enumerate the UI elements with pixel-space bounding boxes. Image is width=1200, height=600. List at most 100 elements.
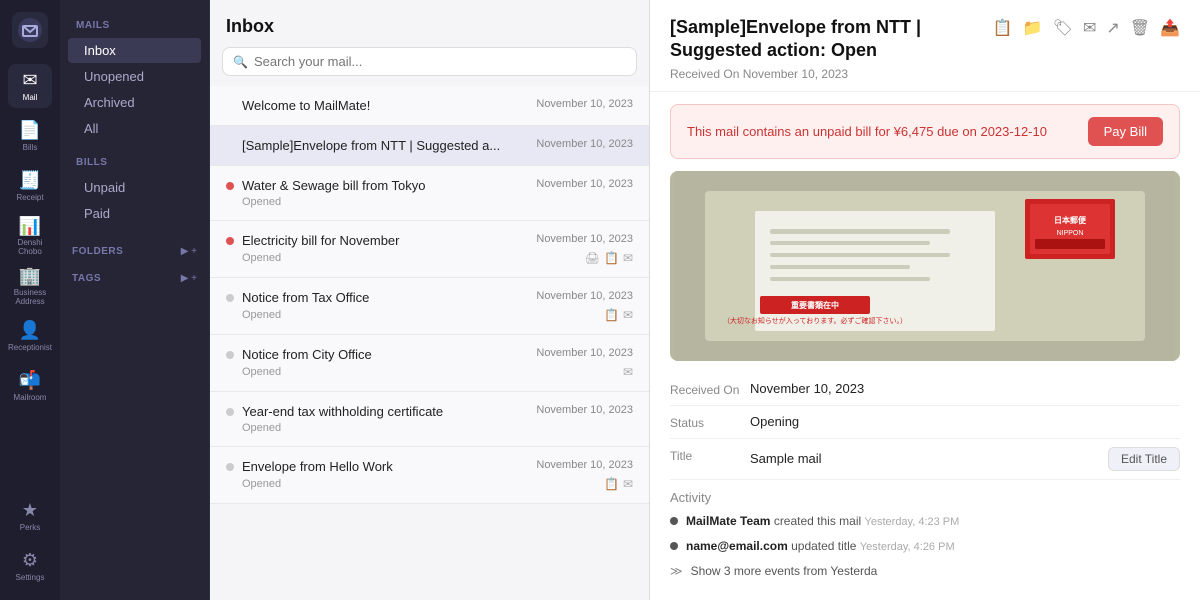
folders-section: FOLDERS ▶ + (60, 238, 209, 261)
mail-item-electricity[interactable]: Electricity bill for November November 1… (210, 221, 649, 278)
title-row: Sample mail Edit Title (750, 447, 1180, 471)
receptionist-icon: 👤 (19, 320, 41, 341)
dot-indicator (226, 142, 234, 150)
sidebar-item-settings[interactable]: ⚙ Settings (8, 544, 52, 588)
mail-item-city[interactable]: Notice from City Office November 10, 202… (210, 335, 649, 392)
dot-indicator (226, 102, 234, 110)
bill-banner-text: This mail contains an unpaid bill for ¥6… (687, 124, 1047, 139)
mail-subject: Year-end tax withholding certificate (242, 404, 528, 419)
print-icon[interactable]: 🖨 (585, 251, 600, 265)
mail-status: Opened (242, 252, 281, 264)
nav-item-inbox[interactable]: Inbox (68, 38, 201, 63)
mail-item-yearend[interactable]: Year-end tax withholding certificate Nov… (210, 392, 649, 447)
mail-status: Opened (242, 422, 281, 434)
search-input[interactable] (254, 54, 626, 69)
dot-indicator (226, 351, 234, 359)
envelope-image: 日本郵便 NIPPON 重要書類在中 （大切なお知らせが入っております。必ずご確… (670, 171, 1180, 361)
tags-expand-icon[interactable]: ▶ + (181, 273, 197, 284)
mail-item-hellowork[interactable]: Envelope from Hello Work November 10, 20… (210, 447, 649, 504)
export-toolbar-icon[interactable]: 📤 (1160, 18, 1180, 38)
app-logo[interactable] (12, 12, 48, 48)
mail-date: November 10, 2023 (536, 233, 633, 245)
nav-item-unpaid[interactable]: Unpaid (68, 175, 201, 200)
bills-icon: 📄 (19, 120, 41, 141)
mail-subject: [Sample]Envelope from NTT | Suggested a.… (242, 138, 528, 153)
mail-item-welcome[interactable]: Welcome to MailMate! November 10, 2023 (210, 86, 649, 126)
meta-row-title: Title Sample mail Edit Title (670, 439, 1180, 480)
dot-indicator (226, 463, 234, 471)
title-value: Sample mail (750, 451, 822, 466)
mail-item-water[interactable]: Water & Sewage bill from Tokyo November … (210, 166, 649, 221)
status-value: Opening (750, 414, 799, 429)
expand-icon: ≫ (670, 564, 683, 578)
mail-icon-small[interactable]: ✉ (623, 477, 633, 491)
sidebar-item-bills[interactable]: 📄 Bills (8, 114, 52, 158)
forward-toolbar-icon[interactable]: ↗ (1106, 18, 1119, 38)
activity-item-updated: name@email.com updated title Yesterday, … (670, 538, 1180, 555)
copy-toolbar-icon[interactable]: 📋 (993, 18, 1013, 38)
nav-item-all[interactable]: All (68, 116, 201, 141)
copy-icon[interactable]: 📋 (604, 308, 619, 322)
mail-icon-small[interactable]: ✉ (623, 308, 633, 322)
sidebar-item-business[interactable]: 🏢 BusinessAddress (8, 264, 52, 308)
edit-title-button[interactable]: Edit Title (1108, 447, 1180, 471)
detail-title-area: [Sample]Envelope from NTT | Suggested ac… (670, 16, 993, 81)
copy-icon[interactable]: 📋 (604, 251, 619, 265)
mail-item-ntt[interactable]: [Sample]Envelope from NTT | Suggested a.… (210, 126, 649, 166)
mail-subject: Water & Sewage bill from Tokyo (242, 178, 528, 193)
trash-toolbar-icon[interactable]: 🗑 (1130, 18, 1150, 38)
sidebar: ✉ Mail 📄 Bills 🧾 Receipt 📊 DenshiChobo 🏢… (0, 0, 60, 600)
mail-icon-small[interactable]: ✉ (623, 365, 633, 379)
detail-toolbar: 📋 📁 🏷 ✉ ↗ 🗑 📤 (993, 16, 1180, 38)
bills-section-label: BILLS (60, 153, 209, 174)
activity-title: Activity (670, 490, 1180, 505)
show-more-row: ≫ Show 3 more events from Yesterda (670, 564, 1180, 578)
nav-item-archived[interactable]: Archived (68, 90, 201, 115)
svg-text:（大切なお知らせが入っております。必ずご確認下さい。）: （大切なお知らせが入っております。必ずご確認下さい。） (723, 316, 907, 325)
sidebar-item-receptionist[interactable]: 👤 Receptionist (8, 314, 52, 358)
mail-list-title: Inbox (210, 0, 649, 47)
search-icon: 🔍 (233, 55, 248, 69)
mail-toolbar-icon[interactable]: ✉ (1083, 18, 1096, 38)
tags-section: TAGS ▶ + (60, 265, 209, 288)
received-on-value: November 10, 2023 (750, 381, 864, 396)
tag-toolbar-icon[interactable]: 🏷 (1053, 18, 1073, 38)
sidebar-item-mail[interactable]: ✉ Mail (8, 64, 52, 108)
settings-icon: ⚙ (22, 550, 38, 571)
mail-date: November 10, 2023 (536, 404, 633, 416)
folders-expand-icon[interactable]: ▶ + (181, 246, 197, 257)
mail-status: Opened (242, 196, 281, 208)
nav-item-paid[interactable]: Paid (68, 201, 201, 226)
mail-subject: Electricity bill for November (242, 233, 528, 248)
bill-banner: This mail contains an unpaid bill for ¥6… (670, 104, 1180, 159)
mail-status: Opened (242, 478, 281, 490)
mail-list-panel: Inbox 🔍 Welcome to MailMate! November 10… (210, 0, 650, 600)
mail-icon: ✉ (22, 70, 37, 91)
meta-row-status: Status Opening (670, 406, 1180, 439)
bill-date: 2023-12-10 (980, 124, 1047, 139)
mail-icon-small[interactable]: ✉ (623, 251, 633, 265)
mail-status: Opened (242, 309, 281, 321)
mail-date: November 10, 2023 (536, 138, 633, 150)
detail-panel: [Sample]Envelope from NTT | Suggested ac… (650, 0, 1200, 600)
mail-status: Opened (242, 366, 281, 378)
sidebar-item-mailroom[interactable]: 📬 Mailroom (8, 364, 52, 408)
search-bar: 🔍 (222, 47, 637, 76)
activity-text-updated: name@email.com updated title Yesterday, … (686, 538, 955, 555)
svg-text:重要書類在中: 重要書類在中 (791, 300, 839, 310)
mail-item-tax[interactable]: Notice from Tax Office November 10, 2023… (210, 278, 649, 335)
pay-bill-button[interactable]: Pay Bill (1088, 117, 1163, 146)
receipt-icon: 🧾 (19, 170, 41, 191)
meta-row-received: Received On November 10, 2023 (670, 373, 1180, 406)
nav-panel: MAILS Inbox Unopened Archived All BILLS … (60, 0, 210, 600)
mail-date: November 10, 2023 (536, 459, 633, 471)
show-more-button[interactable]: Show 3 more events from Yesterda (691, 564, 878, 578)
sidebar-item-perks[interactable]: ★ Perks (8, 494, 52, 538)
sidebar-item-denshi[interactable]: 📊 DenshiChobo (8, 214, 52, 258)
folder-toolbar-icon[interactable]: 📁 (1023, 18, 1043, 38)
activity-item-created: MailMate Team created this mail Yesterda… (670, 513, 1180, 530)
dot-indicator (226, 294, 234, 302)
sidebar-item-receipt[interactable]: 🧾 Receipt (8, 164, 52, 208)
copy-icon[interactable]: 📋 (604, 477, 619, 491)
nav-item-unopened[interactable]: Unopened (68, 64, 201, 89)
